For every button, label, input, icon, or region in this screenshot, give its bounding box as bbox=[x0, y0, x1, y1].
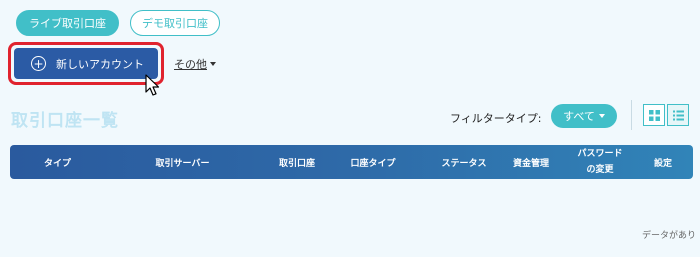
new-account-button[interactable]: + 新しいアカウント bbox=[14, 48, 158, 79]
other-menu-label: その他 bbox=[174, 58, 207, 71]
tab-demo-accounts[interactable]: デモ取引口座 bbox=[130, 10, 220, 36]
column-header-account-type[interactable]: 口座タイプ bbox=[343, 145, 403, 179]
filter-type-dropdown[interactable]: すべて bbox=[551, 104, 617, 128]
column-header-settings[interactable]: 設定 bbox=[645, 145, 681, 179]
column-header-status[interactable]: ステータス bbox=[434, 145, 494, 179]
accounts-table-header: タイプ 取引サーバー 取引口座 口座タイプ ステータス 資金管理 パスワード の… bbox=[10, 145, 693, 179]
filter-type-value: すべて bbox=[563, 110, 595, 123]
plus-circle-icon: + bbox=[31, 56, 46, 71]
column-header-account[interactable]: 取引口座 bbox=[272, 145, 322, 179]
page-title: 取引口座一覧 bbox=[11, 111, 119, 131]
mouse-cursor-icon bbox=[145, 74, 160, 96]
new-account-label: 新しいアカウント bbox=[56, 57, 144, 71]
column-header-password[interactable]: パスワード の変更 bbox=[570, 145, 630, 179]
column-header-funds[interactable]: 資金管理 bbox=[506, 145, 556, 179]
column-header-type[interactable]: タイプ bbox=[30, 145, 85, 179]
column-header-password-line1: パスワード bbox=[577, 149, 623, 159]
column-header-password-line2: の変更 bbox=[586, 165, 614, 175]
view-divider bbox=[631, 100, 632, 130]
column-header-server[interactable]: 取引サーバー bbox=[145, 145, 220, 179]
new-account-highlight: + 新しいアカウント bbox=[8, 42, 164, 85]
caret-down-icon bbox=[598, 114, 605, 118]
tab-live-accounts[interactable]: ライブ取引口座 bbox=[16, 10, 119, 36]
other-menu-link[interactable]: その他 bbox=[174, 56, 216, 72]
empty-table-message: データがあり bbox=[642, 231, 697, 241]
grid-icon bbox=[648, 109, 660, 121]
filter-type-label: フィルタータイプ: bbox=[450, 112, 542, 125]
caret-down-icon bbox=[210, 62, 216, 66]
list-view-button[interactable] bbox=[667, 104, 689, 126]
grid-view-button[interactable] bbox=[643, 104, 665, 126]
list-icon bbox=[672, 110, 684, 120]
